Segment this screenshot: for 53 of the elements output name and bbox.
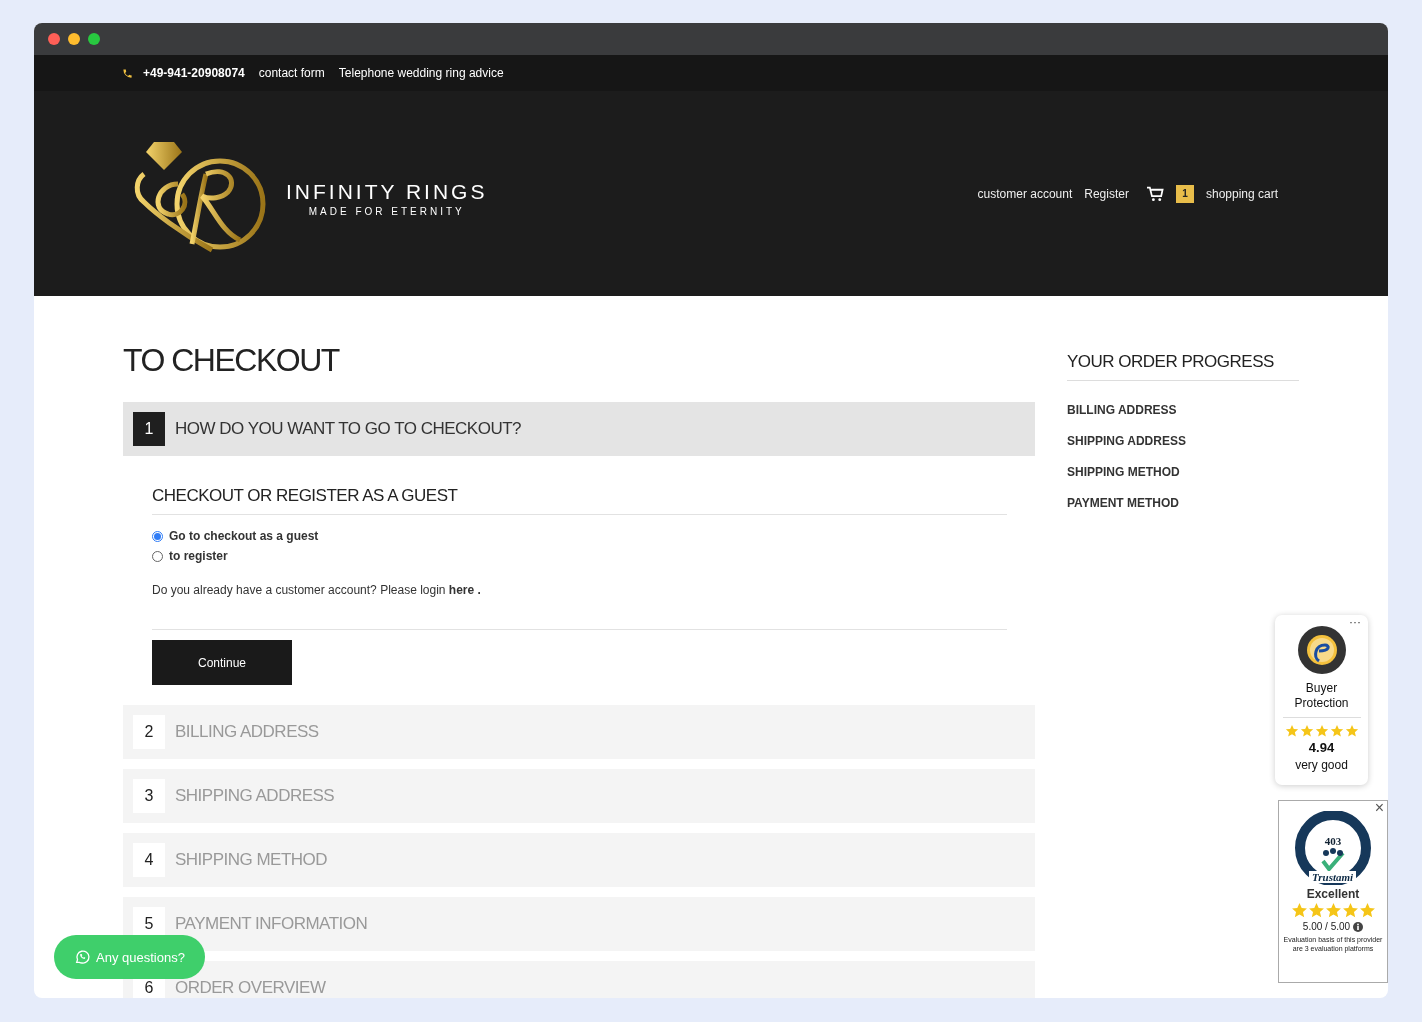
brand-name: INFINITY RINGS bbox=[286, 180, 488, 204]
step-title: SHIPPING ADDRESS bbox=[175, 786, 335, 806]
topbar-link[interactable]: Telephone wedding ring advice bbox=[338, 66, 504, 80]
checkout-step-header[interactable]: 3 SHIPPING ADDRESS bbox=[123, 769, 1035, 823]
continue-button[interactable]: Continue bbox=[152, 640, 292, 685]
step-title: ORDER OVERVIEW bbox=[175, 978, 326, 998]
checkout-step-header[interactable]: 4 SHIPPING METHOD bbox=[123, 833, 1035, 887]
step-title: PAYMENT INFORMATION bbox=[175, 914, 368, 934]
progress-item: SHIPPING ADDRESS bbox=[1067, 434, 1187, 448]
progress-item: BILLING ADDRESS bbox=[1067, 403, 1178, 417]
zoom-window-icon[interactable] bbox=[88, 33, 100, 45]
minimize-window-icon[interactable] bbox=[68, 33, 80, 45]
info-icon[interactable] bbox=[1353, 921, 1364, 932]
progress-title: YOUR ORDER PROGRESS bbox=[1067, 352, 1299, 381]
progress-item: SHIPPING METHOD bbox=[1067, 465, 1181, 479]
header-link[interactable]: Register bbox=[1084, 186, 1129, 201]
step-number: 1 bbox=[133, 412, 165, 446]
step-title: SHIPPING METHOD bbox=[175, 850, 328, 870]
close-button[interactable]: × bbox=[1374, 799, 1384, 817]
checkout-step-header[interactable]: 2 BILLING ADDRESS bbox=[123, 705, 1035, 759]
cart-count-badge: 1 bbox=[1175, 184, 1194, 203]
buyer-protection-label: Buyer Protection bbox=[1282, 681, 1361, 718]
brand-tagline: MADE FOR ETERNITY bbox=[308, 206, 465, 217]
phone-icon bbox=[122, 67, 133, 79]
rating-label: Excellent bbox=[1306, 887, 1360, 901]
topbar-link[interactable]: contact form bbox=[258, 66, 325, 80]
login-prompt: Do you already have a customer account? Please login here . bbox=[152, 583, 482, 597]
phone-number[interactable]: +49-941-20908074 bbox=[143, 66, 245, 80]
review-count: 403 bbox=[1323, 835, 1343, 847]
step-number: 4 bbox=[133, 843, 165, 877]
step-number: 2 bbox=[133, 715, 165, 749]
badge-ring-icon bbox=[1293, 811, 1373, 885]
rating-score: 5.00 / 5.00 bbox=[1302, 921, 1351, 932]
more-menu-button[interactable]: ··· bbox=[1349, 615, 1361, 629]
page-title: TO CHECKOUT bbox=[123, 341, 341, 380]
rating-score: 4.94 bbox=[1308, 740, 1335, 755]
cart-link[interactable]: shopping cart bbox=[1205, 186, 1278, 201]
progress-item: PAYMENT METHOD bbox=[1067, 496, 1180, 510]
radio-label: to register bbox=[169, 549, 228, 563]
section-title: CHECKOUT OR REGISTER AS A GUEST bbox=[152, 486, 1007, 515]
close-window-icon[interactable] bbox=[48, 33, 60, 45]
header-link[interactable]: customer account bbox=[977, 186, 1073, 201]
checkout-step-header[interactable]: 1 HOW DO YOU WANT TO GO TO CHECKOUT? bbox=[123, 402, 1035, 456]
cart-icon[interactable] bbox=[1146, 185, 1164, 202]
step-title: BILLING ADDRESS bbox=[175, 722, 319, 742]
rating-label: very good bbox=[1295, 758, 1348, 772]
checkout-step-header[interactable]: 5 PAYMENT INFORMATION bbox=[123, 897, 1035, 951]
step-number: 3 bbox=[133, 779, 165, 813]
whatsapp-icon bbox=[74, 949, 90, 965]
brand-label: Trustami bbox=[1309, 871, 1357, 883]
radio-label: Go to checkout as a guest bbox=[169, 529, 319, 543]
step-title: HOW DO YOU WANT TO GO TO CHECKOUT? bbox=[175, 419, 522, 439]
seal-icon bbox=[1296, 625, 1347, 675]
